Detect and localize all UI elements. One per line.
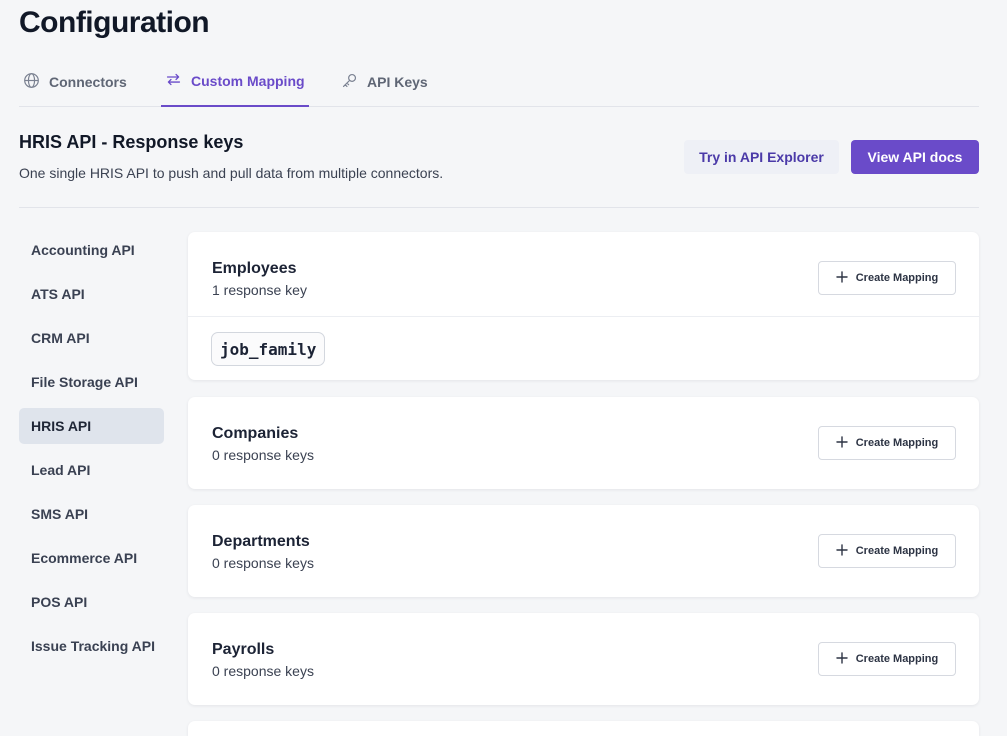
plus-icon [836, 270, 848, 286]
sidebar-item-ecommerce-api[interactable]: Ecommerce API [19, 540, 164, 576]
response-key-count: 0 response keys [212, 555, 314, 571]
sidebar-item-pos-api[interactable]: POS API [19, 584, 164, 620]
section-divider [19, 207, 979, 208]
view-api-docs-button[interactable]: View API docs [851, 140, 979, 174]
sidebar-item-lead-api[interactable]: Lead API [19, 452, 164, 488]
card-title: Payrolls [212, 641, 275, 658]
tab-bar: Connectors Custom Mapping API Keys [19, 56, 979, 107]
resource-card-companies: Companies 0 response keys Create Mapping [188, 397, 979, 489]
section-title: HRIS API - Response keys [19, 132, 244, 152]
resource-card-partial [188, 721, 979, 736]
plus-icon [836, 543, 848, 559]
tab-label: API Keys [367, 73, 428, 90]
sidebar-item-hris-api[interactable]: HRIS API [19, 408, 164, 444]
create-mapping-button[interactable]: Create Mapping [818, 642, 956, 676]
swap-arrows-icon [165, 71, 182, 91]
tab-custom-mapping[interactable]: Custom Mapping [161, 56, 309, 107]
tab-connectors[interactable]: Connectors [23, 56, 127, 107]
resource-card-employees: Employees 1 response key Create Mapping … [188, 232, 979, 380]
card-title: Departments [212, 533, 310, 550]
key-icon [341, 72, 358, 92]
resource-card-payrolls: Payrolls 0 response keys Create Mapping [188, 613, 979, 705]
plus-icon [836, 435, 848, 451]
response-key-count: 0 response keys [212, 447, 314, 463]
create-mapping-label: Create Mapping [855, 545, 939, 557]
card-title: Companies [212, 425, 299, 442]
sidebar-item-crm-api[interactable]: CRM API [19, 320, 164, 356]
page-title: Configuration [19, 6, 210, 39]
create-mapping-label: Create Mapping [855, 653, 939, 665]
tab-label: Connectors [49, 73, 127, 90]
response-key-count: 0 response keys [212, 663, 314, 679]
plus-icon [836, 651, 848, 667]
sidebar-item-file-storage-api[interactable]: File Storage API [19, 364, 164, 400]
sidebar-item-issue-tracking-api[interactable]: Issue Tracking API [19, 628, 164, 664]
tab-label: Custom Mapping [191, 72, 305, 89]
sidebar-item-ats-api[interactable]: ATS API [19, 276, 164, 312]
response-key-chip[interactable]: job_family [211, 332, 326, 366]
resource-card-departments: Departments 0 response keys Create Mappi… [188, 505, 979, 597]
create-mapping-label: Create Mapping [855, 272, 939, 284]
section-subtitle: One single HRIS API to push and pull dat… [19, 165, 444, 181]
create-mapping-button[interactable]: Create Mapping [818, 534, 956, 568]
try-api-explorer-button[interactable]: Try in API Explorer [684, 140, 839, 174]
tab-api-keys[interactable]: API Keys [341, 56, 428, 107]
card-title: Employees [212, 260, 297, 277]
create-mapping-button[interactable]: Create Mapping [818, 426, 956, 460]
sidebar-item-accounting-api[interactable]: Accounting API [19, 232, 164, 268]
response-key-count: 1 response key [212, 282, 307, 298]
create-mapping-button[interactable]: Create Mapping [818, 261, 956, 295]
globe-icon [23, 72, 40, 92]
api-sidebar: Accounting API ATS API CRM API File Stor… [19, 232, 164, 672]
sidebar-item-sms-api[interactable]: SMS API [19, 496, 164, 532]
create-mapping-label: Create Mapping [855, 437, 939, 449]
